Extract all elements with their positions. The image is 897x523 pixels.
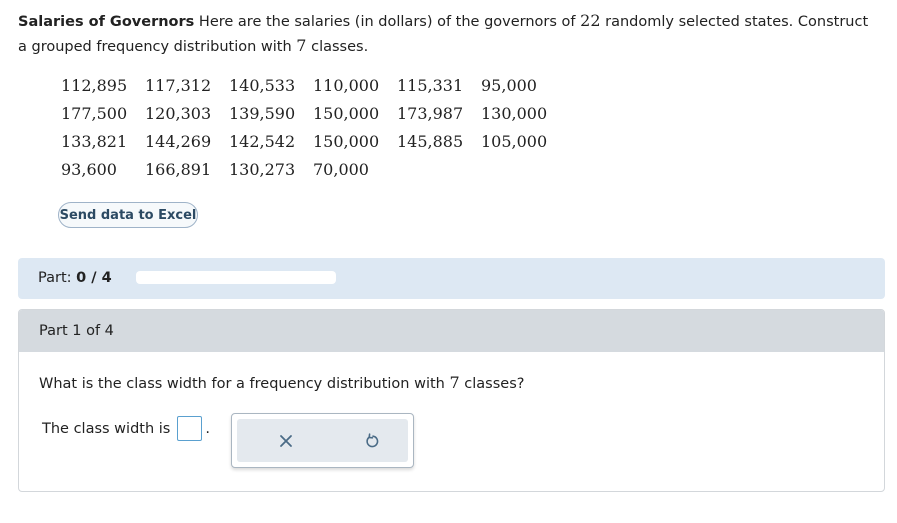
progress-value: 0 / 4: [76, 270, 112, 286]
data-cell: 110,000: [313, 75, 380, 95]
problem-text-3: classes.: [306, 39, 369, 55]
problem-statement: Salaries of Governors Here are the salar…: [18, 9, 878, 59]
data-cell: 115,331: [397, 75, 464, 95]
data-cell: 144,269: [145, 131, 212, 151]
part-card: Part 1 of 4 What is the class width for …: [18, 309, 885, 492]
question-text-2: classes?: [459, 376, 525, 392]
send-to-excel-button[interactable]: Send data to Excel: [58, 202, 198, 228]
undo-icon: [366, 432, 379, 447]
data-cell: 166,891: [145, 159, 212, 179]
problem-text-1: Here are the salaries (in dollars) of th…: [194, 14, 581, 30]
data-cell: 105,000: [481, 131, 548, 151]
reset-button[interactable]: [347, 419, 397, 462]
data-cell: 133,821: [61, 131, 128, 151]
progress-label: Part: 0 / 4: [38, 270, 112, 286]
class-width-input[interactable]: [177, 416, 203, 441]
answer-tools-panel: [231, 413, 414, 468]
data-row: 177,500 120,303 139,590 150,000 173,987 …: [61, 99, 565, 127]
progress-bar: Part: 0 / 4: [18, 258, 885, 299]
data-cell: 142,542: [229, 131, 296, 151]
progress-track: [136, 271, 336, 284]
data-cell: 93,600: [61, 159, 117, 179]
data-cell: 150,000: [313, 103, 380, 123]
answer-tools: [237, 419, 408, 462]
answer-suffix: .: [205, 420, 210, 437]
data-cell: 112,895: [61, 75, 128, 95]
data-row: 133,821 144,269 142,542 150,000 145,885 …: [61, 127, 565, 155]
data-row: 112,895 117,312 140,533 110,000 115,331 …: [61, 71, 565, 99]
close-icon: [280, 434, 292, 447]
data-cell: [397, 155, 481, 183]
part-header: Part 1 of 4: [19, 310, 884, 352]
data-cell: [481, 155, 565, 183]
data-cell: 130,273: [229, 159, 296, 179]
data-cell: 139,590: [229, 103, 296, 123]
data-cell: 70,000: [313, 159, 369, 179]
data-cell: 95,000: [481, 75, 537, 95]
data-cell: 173,987: [397, 103, 464, 123]
progress-label-text: Part:: [38, 270, 72, 286]
question-text-1: What is the class width for a frequency …: [39, 376, 450, 392]
question-text: What is the class width for a frequency …: [39, 373, 524, 392]
question-classes: 7: [449, 373, 460, 392]
answer-line: The class width is .: [42, 416, 210, 441]
data-cell: 117,312: [145, 75, 212, 95]
problem-title: Salaries of Governors: [18, 14, 195, 30]
data-cell: 130,000: [481, 103, 548, 123]
data-cell: 150,000: [313, 131, 380, 151]
data-cell: 140,533: [229, 75, 296, 95]
answer-label: The class width is: [42, 420, 171, 437]
data-cell: 177,500: [61, 103, 128, 123]
data-cell: 145,885: [397, 131, 464, 151]
sample-size: 22: [580, 11, 601, 30]
salary-data-table: 112,895 117,312 140,533 110,000 115,331 …: [61, 71, 565, 183]
class-count: 7: [296, 36, 307, 55]
data-row: 93,600 166,891 130,273 70,000: [61, 155, 565, 183]
data-cell: 120,303: [145, 103, 212, 123]
clear-button[interactable]: [261, 419, 311, 462]
